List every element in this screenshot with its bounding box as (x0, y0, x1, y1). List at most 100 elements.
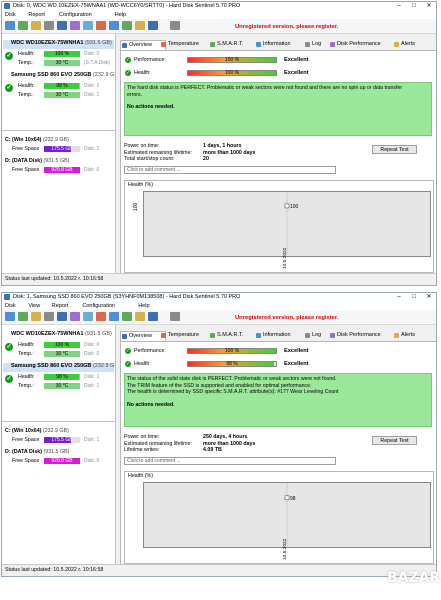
report-icon[interactable] (31, 21, 41, 30)
tab-temperature[interactable]: Temperature (160, 331, 213, 340)
menu-report[interactable]: Report (52, 303, 69, 309)
comment-input[interactable]: Click to add comment ... (124, 166, 336, 174)
unregistered-notice[interactable]: Unregistered version, please register. (235, 24, 338, 30)
tab-s-m-a-r-t[interactable]: S.M.A.R.T. (209, 331, 259, 340)
disk-item[interactable]: Samsung SSD 860 EVO 250GB (232.9 GB) (3, 72, 114, 81)
info-value: more than 1000 days (203, 149, 256, 156)
about-icon[interactable] (148, 21, 158, 30)
refresh-icon[interactable] (5, 21, 15, 30)
stop-icon[interactable] (96, 312, 106, 321)
menu-disk[interactable]: Disk (5, 12, 16, 18)
test-icon[interactable] (57, 21, 67, 30)
volume-item[interactable]: D: (DATA Disk) (931.5 GB) (5, 158, 69, 164)
disk-list-panel: WDC WD10EZEX-75WNHA1 (931.5 GB) ✓ Health: 1… (2, 325, 116, 566)
settings-icon[interactable] (44, 21, 54, 30)
health-chart-panel: Health (%) 100 100 10.5.2022 (124, 180, 434, 273)
tab-information[interactable]: Information (255, 40, 308, 49)
menu-report[interactable]: Report (28, 12, 45, 18)
disk-item[interactable]: Samsung SSD 860 EVO 250GB (232.9 GB) (3, 363, 114, 372)
help-icon[interactable] (135, 21, 145, 30)
maximize-icon[interactable]: □ (407, 2, 421, 11)
alert-icon[interactable] (70, 312, 80, 321)
volume-hint: Disk: 0 (84, 458, 100, 464)
close-icon[interactable]: ✕ (422, 293, 436, 302)
disk-item[interactable]: WDC WD10EZEX-75WNHA1 (931.5 GB) (3, 331, 114, 340)
disk-icon[interactable] (18, 21, 28, 30)
health-value: 100 % (224, 70, 240, 76)
tab-alerts[interactable]: Alerts (393, 40, 431, 49)
tab-s-m-a-r-t[interactable]: S.M.A.R.T. (209, 40, 259, 49)
free-space-bar: 175.5 GB (44, 437, 80, 443)
check-icon[interactable] (122, 312, 132, 321)
toolbar: Unregistered version, please register. (2, 19, 436, 34)
volume-name: C: (Win 10x64) (5, 137, 42, 143)
temp-bar: 30 °C (44, 351, 80, 357)
tab-icon (210, 333, 215, 338)
tab-disk-performance[interactable]: Disk Performance (329, 331, 397, 340)
close-icon[interactable]: ✕ (422, 2, 436, 11)
volume-item[interactable]: C: (Win 10x64) (232.9 GB) (5, 428, 69, 434)
alert-icon[interactable] (70, 21, 80, 30)
app-icon (4, 294, 10, 300)
menu-view[interactable]: View (28, 303, 40, 309)
health-ok-icon: ✓ (125, 361, 131, 367)
exit-icon[interactable] (170, 312, 180, 321)
performance-ok-icon: ✓ (125, 57, 131, 63)
exit-icon[interactable] (170, 21, 180, 30)
report-icon[interactable] (31, 312, 41, 321)
temp-bar: 30 °C (44, 383, 80, 389)
disk-size: (931.5 GB) (84, 40, 112, 46)
health-hint: Disk: 1 (84, 374, 100, 380)
check-icon[interactable] (122, 21, 132, 30)
health-value: 98 % (226, 361, 238, 367)
menu-configuration[interactable]: Configuration (59, 12, 92, 18)
info-value: 1 days, 1 hours (203, 143, 242, 149)
free-space-label: Free Space (12, 458, 40, 464)
info-icon[interactable] (109, 312, 119, 321)
volume-item[interactable]: C: (Win 10x64) (232.9 GB) (5, 137, 69, 143)
tab-disk-performance[interactable]: Disk Performance (329, 40, 397, 49)
temp-hint: Disk: 1 (84, 92, 100, 98)
performance-rating: Excellent (284, 348, 309, 354)
tab-icon (305, 42, 310, 47)
menu-disk[interactable]: Disk (5, 303, 16, 309)
volume-name: C: (Win 10x64) (5, 428, 42, 434)
monitor-icon[interactable] (83, 21, 93, 30)
tab-information[interactable]: Information (255, 331, 308, 340)
stop-icon[interactable] (96, 21, 106, 30)
temp-hint: (S:T.A Disk) (84, 60, 111, 66)
minimize-icon[interactable]: – (392, 2, 406, 11)
tab-icon (330, 42, 335, 47)
disk-ok-icon: ✓ (5, 84, 13, 92)
repeat-test-button[interactable]: Repeat Test (372, 145, 417, 154)
free-space-label: Free Space (12, 167, 40, 173)
about-icon[interactable] (148, 312, 158, 321)
comment-input[interactable]: Click to add comment ... (124, 457, 336, 465)
disk-icon[interactable] (18, 312, 28, 321)
maximize-icon[interactable]: □ (407, 293, 421, 302)
monitor-icon[interactable] (83, 312, 93, 321)
window-title: Disk: 0, WDC WD 10EZEX-75WNAA1 (WD-WCC6Y… (13, 3, 241, 9)
volume-item[interactable]: D: (DATA Disk) (931.5 GB) (5, 449, 69, 455)
tab-icon (122, 334, 127, 339)
refresh-icon[interactable] (5, 312, 15, 321)
repeat-test-button[interactable]: Repeat Test (372, 436, 417, 445)
health-label: Health: (134, 361, 151, 367)
tab-alerts[interactable]: Alerts (393, 331, 431, 340)
menu-configuration[interactable]: Configuration (82, 303, 115, 309)
menu-help[interactable]: Help (115, 12, 126, 18)
tab-icon (161, 333, 166, 338)
unregistered-notice[interactable]: Unregistered version, please register. (235, 315, 338, 321)
test-icon[interactable] (57, 312, 67, 321)
minimize-icon[interactable]: – (392, 293, 406, 302)
disk-item[interactable]: WDC WD10EZEX-75WNHA1 (931.5 GB) (3, 40, 114, 49)
info-label: Total start/stop count: (124, 156, 175, 162)
status-message-line: The health is determined by SSD specific… (127, 389, 339, 396)
help-icon[interactable] (135, 312, 145, 321)
menu-help[interactable]: Help (138, 303, 149, 309)
tab-bar: Overview Temperature S.M.A.R.T. Information… (120, 331, 436, 341)
health-chart-svg: 100 (284, 192, 299, 256)
tab-temperature[interactable]: Temperature (160, 40, 213, 49)
settings-icon[interactable] (44, 312, 54, 321)
info-icon[interactable] (109, 21, 119, 30)
